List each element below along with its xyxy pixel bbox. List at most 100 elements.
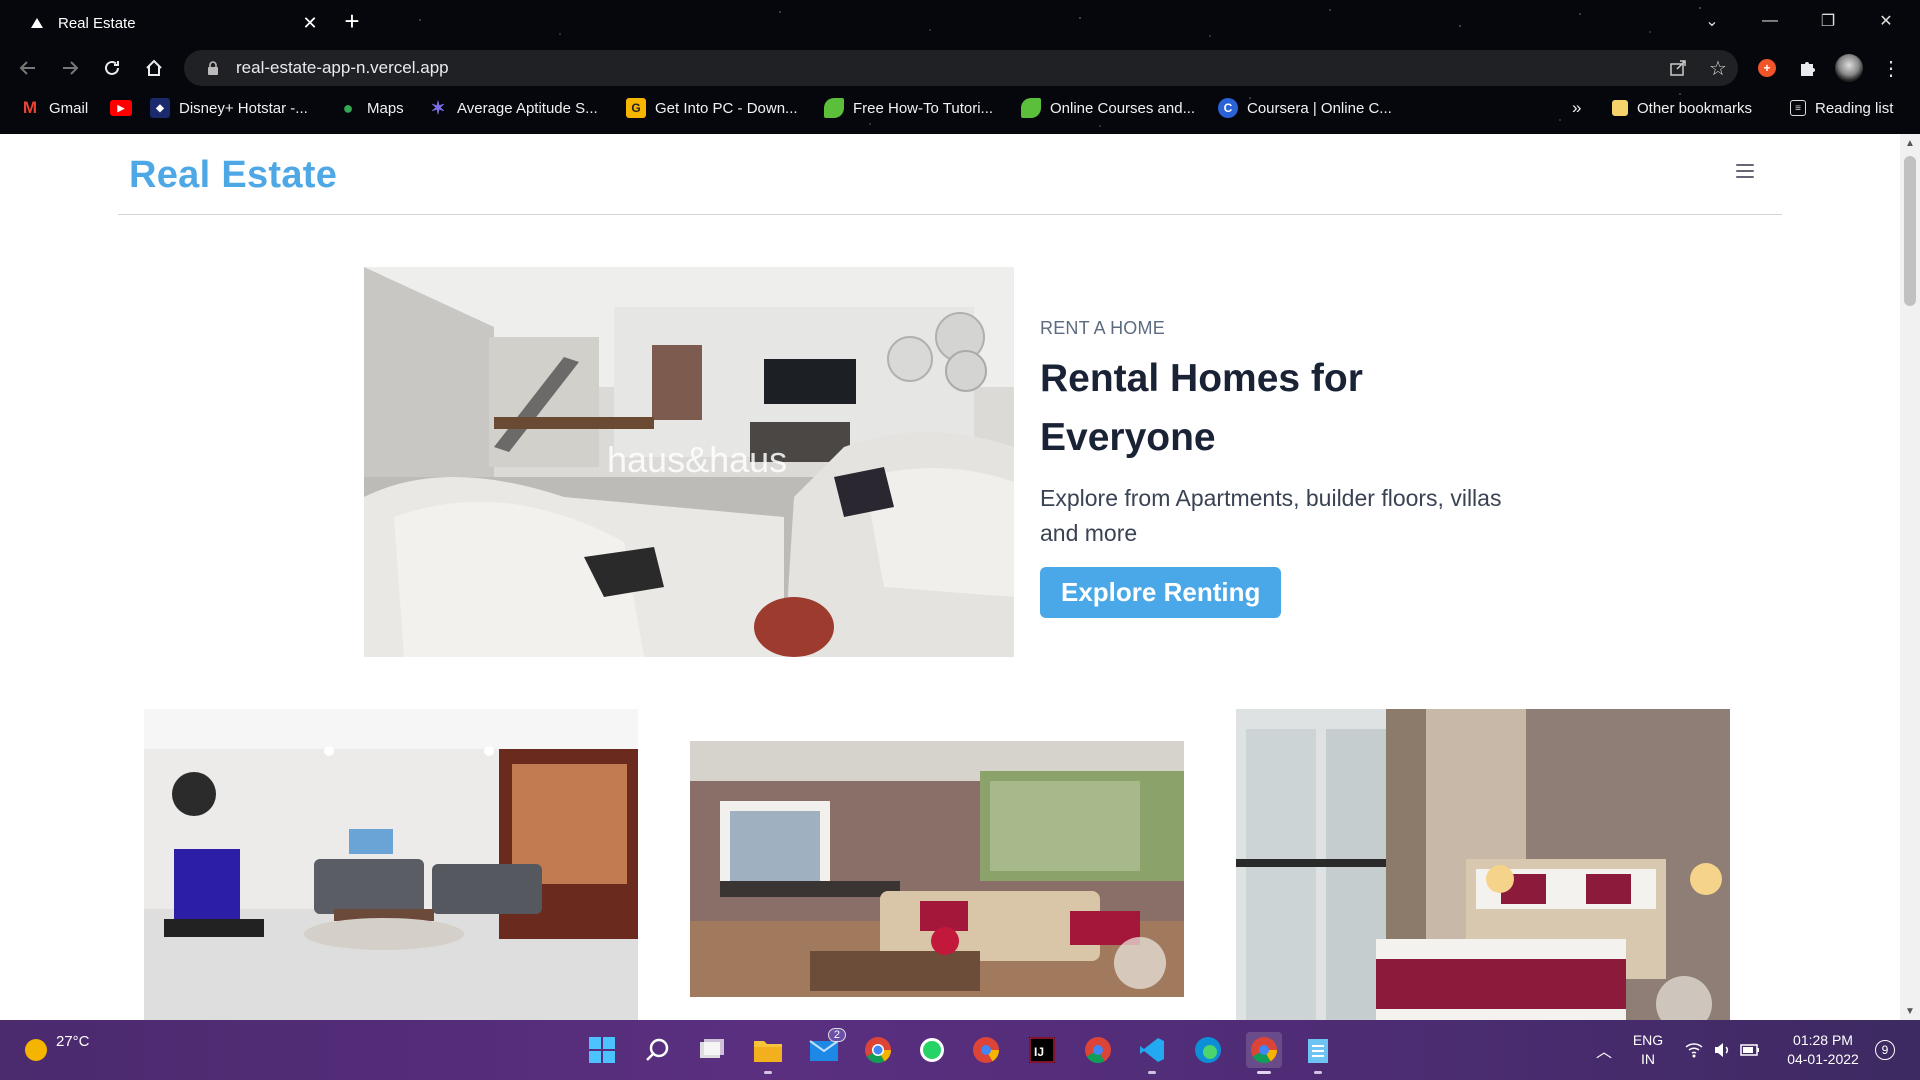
browser-chrome: Real Estate ✕ + ⌄ — ❐ ✕ real-estate-app-… [0,0,1920,134]
show-hidden-icons-chevron-icon[interactable]: ︿ [1586,1032,1622,1068]
windows-taskbar: 27°C 2 IJ ︿ ENG IN 01:28 PM 04-01-2022 9 [0,1020,1920,1080]
wifi-icon[interactable] [1680,1032,1708,1068]
scroll-down-arrow-icon[interactable]: ▼ [1900,1002,1920,1020]
maps-icon: ● [342,97,354,118]
extension-badge-icon[interactable]: + [1750,52,1784,84]
scrollbar-thumb[interactable] [1904,156,1916,306]
property-card-image[interactable] [1236,709,1730,1020]
notification-count-badge: 9 [1875,1040,1895,1060]
clock-time: 01:28 PM [1793,1032,1853,1048]
notification-center-button[interactable]: 9 [1868,1032,1902,1068]
bookmark-maps[interactable]: ● Maps [338,96,404,120]
system-clock[interactable]: 01:28 PM 04-01-2022 [1782,1031,1864,1069]
vscode-icon[interactable] [1134,1032,1170,1074]
other-bookmarks-folder[interactable]: Other bookmarks [1612,96,1752,120]
mail-icon[interactable]: 2 [806,1028,846,1068]
hero-image: haus&haus [364,267,1014,657]
close-window-button[interactable]: ✕ [1866,6,1906,36]
task-view-icon[interactable] [694,1032,730,1068]
bookmark-star-icon[interactable]: ☆ [1698,50,1738,86]
aptitude-icon: ✶ [430,97,446,118]
page-scrollbar[interactable]: ▲ ▼ [1900,134,1920,1020]
chrome-icon[interactable] [860,1032,896,1068]
weather-icon[interactable] [18,1032,54,1068]
home-icon [146,59,162,76]
search-icon[interactable] [640,1032,676,1068]
edge-icon[interactable] [1190,1032,1226,1068]
lock-icon [198,61,228,75]
bookmark-getintopc[interactable]: G Get Into PC - Down... [626,96,798,120]
back-button[interactable] [10,50,46,86]
hero-description: Explore from Apartments, builder floors,… [1040,485,1502,546]
restore-button[interactable]: ❐ [1808,6,1848,36]
chrome-menu-icon[interactable]: ⋮ [1874,52,1908,84]
address-bar[interactable]: real-estate-app-n.vercel.app ☆ [184,50,1738,86]
bookmark-youtube[interactable]: ▶ [110,96,141,120]
youtube-icon: ▶ [110,100,132,116]
bookmark-howto[interactable]: Free How-To Tutori... [824,96,993,120]
hero-text: RENT A HOME Rental Homes for Everyone Ex… [1040,314,1520,618]
intellij-icon[interactable]: IJ [1024,1032,1060,1068]
chrome-profile-icon[interactable] [1080,1032,1116,1068]
chrome-active-icon[interactable] [1246,1032,1282,1074]
language-indicator[interactable]: ENG IN [1628,1031,1668,1069]
gmail-icon: M [22,98,38,117]
leaf-icon [1021,98,1041,118]
hamburger-menu-icon[interactable] [1734,162,1756,180]
overflow-chevron-icon: » [1572,98,1582,117]
home-button[interactable] [136,50,172,86]
bookmark-hotstar[interactable]: ◆ Disney+ Hotstar -... [150,96,308,120]
close-tab-icon[interactable]: ✕ [296,9,324,37]
bookmark-label: Get Into PC - Down... [655,99,798,117]
bookmark-aptitude[interactable]: ✶ Average Aptitude S... [428,96,597,120]
tab-title: Real Estate [58,14,136,32]
reload-button[interactable] [94,50,130,86]
notepad-icon[interactable] [1300,1032,1336,1074]
bookmark-gmail[interactable]: M Gmail [20,96,88,120]
scroll-up-arrow-icon[interactable]: ▲ [1900,134,1920,152]
bookmarks-overflow-button[interactable]: » [1572,96,1581,120]
property-card-image[interactable] [690,741,1184,997]
profile-avatar[interactable] [1832,52,1866,84]
bookmark-label: Free How-To Tutori... [853,99,994,117]
whatsapp-icon[interactable] [914,1032,950,1068]
extensions-puzzle-icon[interactable] [1790,52,1824,84]
new-tab-button[interactable]: + [338,6,366,36]
page-content: Real Estate haus&haus RENT A HOME Rental… [0,134,1900,1020]
bookmark-label: Gmail [49,99,89,117]
weather-temperature[interactable]: 27°C [56,1032,90,1051]
brand-logo[interactable]: Real Estate [129,154,337,197]
share-icon[interactable] [1658,50,1698,86]
bookmark-label: Other bookmarks [1637,99,1753,117]
hero-headline: Rental Homes for Everyone [1040,357,1363,459]
property-card-image[interactable] [144,709,638,1020]
file-explorer-icon[interactable] [750,1032,786,1074]
bookmark-label: Maps [367,99,404,117]
bookmark-coursera[interactable]: C Coursera | Online C... [1218,96,1392,120]
volume-icon[interactable] [1708,1032,1736,1068]
hero-eyebrow: RENT A HOME [1040,318,1165,338]
reading-list-button[interactable]: ≡ Reading list [1790,96,1893,120]
region-code: IN [1641,1051,1655,1067]
browser-tab[interactable]: Real Estate ✕ [14,6,324,40]
forward-button[interactable] [52,50,88,86]
explore-renting-button[interactable]: Explore Renting [1040,567,1282,618]
language-code: ENG [1632,1032,1664,1048]
reading-list-icon: ≡ [1790,100,1806,116]
image-watermark: haus&haus [607,439,787,480]
svg-text:IJ: IJ [1034,1045,1044,1059]
chrome-profile-icon[interactable] [968,1032,1004,1068]
triangle-favicon-icon [31,18,43,28]
leaf-icon [824,98,844,118]
hotstar-icon: ◆ [150,98,170,118]
tab-search-icon[interactable]: ⌄ [1692,6,1732,36]
getintopc-icon: G [626,98,646,118]
windows-start-icon[interactable] [584,1032,620,1068]
mail-badge: 2 [827,1028,846,1042]
bookmark-label: Reading list [1815,99,1894,117]
battery-icon[interactable] [1736,1032,1764,1068]
forward-arrow-icon [63,61,79,75]
back-arrow-icon [19,61,35,75]
bookmark-online-courses[interactable]: Online Courses and... [1021,96,1195,120]
minimize-button[interactable]: — [1750,6,1790,36]
